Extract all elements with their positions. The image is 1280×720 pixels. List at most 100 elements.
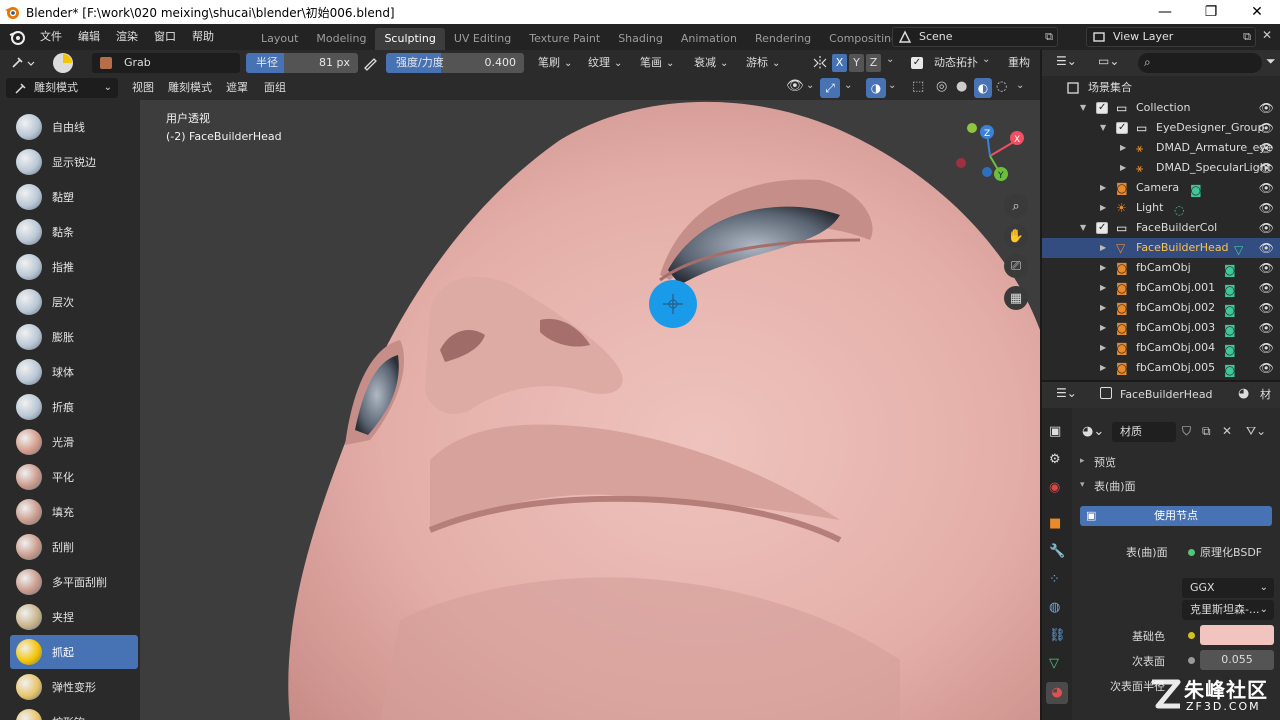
- menu-window[interactable]: 窗口: [146, 24, 184, 50]
- outliner-row[interactable]: ▼ ▭ FaceBuilderCol 👁: [1042, 218, 1280, 238]
- camera-data-icon[interactable]: ◙: [1224, 360, 1240, 377]
- wireframe-shading-icon[interactable]: ◎: [936, 79, 947, 94]
- brush-preview-icon[interactable]: [52, 52, 74, 74]
- camera-data-icon[interactable]: ◙: [1224, 320, 1240, 337]
- object-tab-icon[interactable]: ■: [1049, 516, 1065, 532]
- visibility-eye-icon[interactable]: 👁: [1259, 138, 1274, 158]
- world-tab-icon[interactable]: ◉: [1049, 480, 1065, 496]
- tool-item[interactable]: 显示锐边: [10, 145, 138, 179]
- outliner-row[interactable]: ▶ ⚹ DMAD_Armature_eye 👁: [1042, 138, 1280, 158]
- tool-settings-icon[interactable]: [10, 55, 36, 71]
- visibility-eye-icon[interactable]: 👁: [1259, 158, 1274, 178]
- properties-editor-icon[interactable]: ☰⌄: [1056, 386, 1077, 400]
- zoom-icon[interactable]: ⌕: [1004, 194, 1028, 218]
- texture-dropdown[interactable]: 纹理: [584, 53, 626, 73]
- outliner-row[interactable]: ▼ ▭ EyeDesigner_Group👁: [1042, 118, 1280, 138]
- tool-item[interactable]: 光滑: [10, 425, 138, 459]
- tab-rendering[interactable]: Rendering: [746, 28, 820, 50]
- subsurface-value-field[interactable]: 0.055: [1200, 650, 1274, 670]
- tab-texture-paint[interactable]: Texture Paint: [520, 28, 609, 50]
- pan-hand-icon[interactable]: ✋: [1004, 224, 1028, 248]
- camera-data-icon[interactable]: ◙: [1224, 300, 1240, 317]
- base-color-swatch[interactable]: [1200, 625, 1274, 645]
- overlay-dropdown-icon[interactable]: ⌄: [888, 80, 896, 91]
- exclude-checkbox[interactable]: [1096, 98, 1108, 118]
- tool-item[interactable]: 夹捏: [10, 600, 138, 634]
- new-view-layer-icon[interactable]: ⧉: [1243, 28, 1251, 46]
- view-layer-selector[interactable]: View Layer ⧉: [1086, 27, 1256, 47]
- material-shading-icon[interactable]: ◐: [974, 78, 992, 98]
- symmetry-z-toggle[interactable]: Z: [866, 54, 881, 72]
- expand-arrow-icon[interactable]: ▶: [1120, 158, 1126, 178]
- visibility-eye-icon[interactable]: 👁: [1259, 298, 1274, 318]
- ortho-grid-icon[interactable]: ▦: [1004, 286, 1028, 310]
- symmetry-x-toggle[interactable]: X: [832, 54, 847, 72]
- distribution-dropdown[interactable]: GGX ⌄: [1182, 578, 1274, 598]
- maximize-button[interactable]: ❐: [1188, 0, 1234, 24]
- constraints-tab-icon[interactable]: ⛓: [1049, 628, 1066, 644]
- tab-animation[interactable]: Animation: [672, 28, 746, 50]
- surface-section-arrow-icon[interactable]: ▾: [1080, 480, 1085, 490]
- overlay-toggle-icon[interactable]: ◑: [866, 78, 886, 98]
- visibility-eye-icon[interactable]: 👁: [1259, 258, 1274, 278]
- tool-item[interactable]: 自由线: [10, 110, 138, 144]
- tab-uv-editing[interactable]: UV Editing: [445, 28, 520, 50]
- 3d-viewport[interactable]: 用户透视 (-2) FaceBuilderHead X Y Z ⌕ ✋ ⎚ ▦: [140, 100, 1040, 720]
- duplicate-material-icon[interactable]: ⧉: [1202, 424, 1211, 439]
- expand-arrow-icon[interactable]: ▶: [1100, 298, 1106, 318]
- mode-selector[interactable]: 雕刻模式 ⌄: [6, 78, 118, 98]
- outliner-row[interactable]: ▶ ⚹ DMAD_SpecularLight 👁: [1042, 158, 1280, 178]
- menu-sculpt[interactable]: 雕刻模式: [168, 78, 212, 98]
- surface-shader-value[interactable]: 原理化BSDF: [1200, 544, 1262, 560]
- xray-toggle-icon[interactable]: ⬚: [912, 79, 924, 94]
- minimize-button[interactable]: —: [1142, 0, 1188, 24]
- camera-view-icon[interactable]: ⎚: [1004, 254, 1028, 278]
- menu-edit[interactable]: 编辑: [70, 24, 108, 50]
- tab-sculpting[interactable]: Sculpting: [375, 28, 445, 50]
- expand-arrow-icon[interactable]: ▶: [1100, 338, 1106, 358]
- tool-item[interactable]: 球体: [10, 355, 138, 389]
- tool-item[interactable]: 蛇形钩: [10, 705, 138, 720]
- menu-help[interactable]: 帮助: [184, 24, 222, 50]
- dyntopo-dropdown-icon[interactable]: ⌄: [982, 54, 990, 65]
- outliner-row[interactable]: ▶ ◙ fbCamObj.001 ◙ 👁: [1042, 278, 1280, 298]
- outliner-scene-collection[interactable]: 场景集合: [1042, 78, 1280, 98]
- blender-menu-icon[interactable]: [8, 28, 26, 46]
- filter-icon[interactable]: ⏷: [1266, 54, 1276, 69]
- visibility-eye-icon[interactable]: 👁: [1259, 178, 1274, 198]
- material-browse-icon[interactable]: ◕⌄: [1082, 424, 1104, 439]
- menu-mask[interactable]: 遮罩: [226, 78, 248, 98]
- tool-item[interactable]: 填充: [10, 495, 138, 529]
- visibility-eye-icon[interactable]: 👁: [1259, 318, 1274, 338]
- outliner-row[interactable]: ▶ ◙ fbCamObj ◙ 👁: [1042, 258, 1280, 278]
- close-view-layer-icon[interactable]: ✕: [1262, 28, 1272, 42]
- solid-shading-icon[interactable]: ●: [956, 79, 967, 94]
- outliner-editor-icon[interactable]: ☰⌄: [1056, 54, 1077, 68]
- gizmo-dropdown-icon[interactable]: ⌄: [844, 80, 852, 91]
- visibility-eye-icon[interactable]: 👁: [1259, 198, 1274, 218]
- camera-data-icon[interactable]: ◙: [1224, 260, 1240, 277]
- radius-slider[interactable]: 半径 81 px: [246, 53, 358, 73]
- camera-data-icon[interactable]: ◙: [1190, 180, 1206, 197]
- symmetry-y-toggle[interactable]: Y: [849, 54, 864, 72]
- outliner-row[interactable]: ▼ ▭ Collection 👁: [1042, 98, 1280, 118]
- outliner-search-input[interactable]: ⌕: [1138, 53, 1262, 73]
- collapse-arrow-icon[interactable]: ▼: [1080, 98, 1086, 118]
- new-scene-icon[interactable]: ⧉: [1045, 28, 1053, 46]
- mesh-data-tab-icon[interactable]: ▽: [1049, 656, 1065, 672]
- material-tab-active-icon[interactable]: ◕: [1046, 682, 1068, 704]
- gizmo-toggle-icon[interactable]: ⤢: [820, 78, 840, 98]
- tool-item[interactable]: 刮削: [10, 530, 138, 564]
- outliner-row[interactable]: ▶ ◙ fbCamObj.003 ◙ 👁: [1042, 318, 1280, 338]
- material-name-field[interactable]: 材质: [1112, 422, 1176, 442]
- shading-dropdown-icon[interactable]: ⌄: [1016, 80, 1024, 91]
- tab-modeling[interactable]: Modeling: [307, 28, 375, 50]
- subsurface-method-dropdown[interactable]: 克里斯坦森-... ⌄: [1182, 600, 1274, 620]
- menu-face-sets[interactable]: 面组: [264, 78, 286, 98]
- cursor-dropdown[interactable]: 游标: [742, 53, 784, 73]
- stroke-dropdown[interactable]: 笔画: [636, 53, 678, 73]
- visibility-eye-icon[interactable]: 👁: [1259, 118, 1274, 138]
- visibility-eye-icon[interactable]: 👁: [1259, 278, 1274, 298]
- tool-item[interactable]: 膨胀: [10, 320, 138, 354]
- dyntopo-checkbox[interactable]: ✓: [911, 57, 923, 69]
